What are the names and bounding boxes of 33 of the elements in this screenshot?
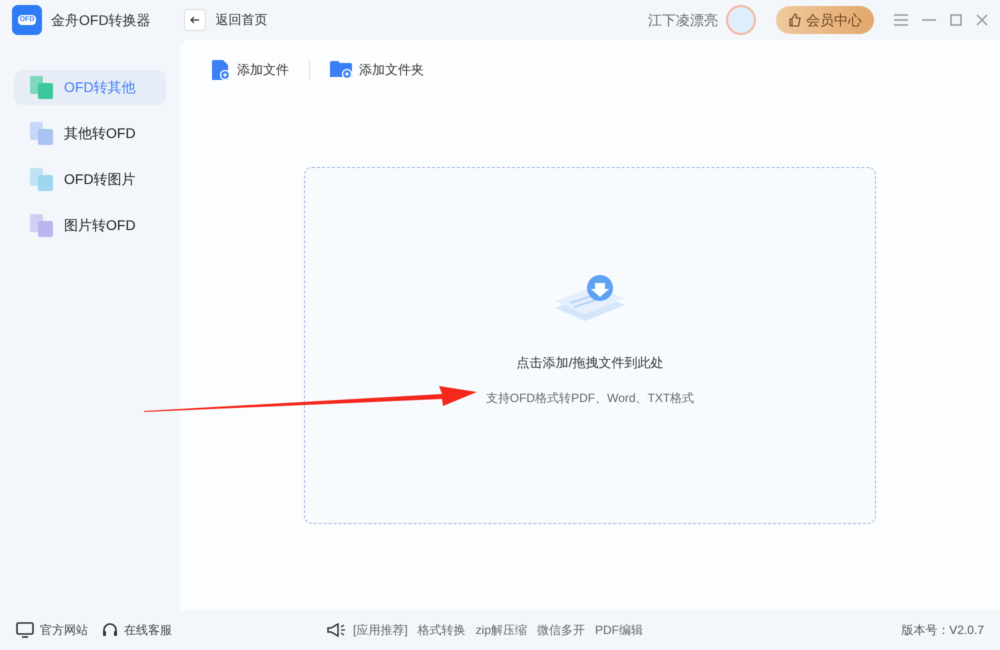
back-arrow-icon — [190, 15, 200, 25]
recommend-link[interactable]: 格式转换 — [418, 621, 466, 639]
add-file-button[interactable]: 添加文件 — [212, 60, 289, 80]
sidebar-item[interactable]: OFD转图片 — [14, 162, 166, 197]
close-icon[interactable] — [976, 14, 988, 26]
back-label[interactable]: 返回首页 — [216, 10, 268, 30]
app-title: 金舟OFD转换器 — [51, 10, 151, 30]
menu-icon[interactable] — [894, 14, 908, 26]
avatar[interactable] — [726, 5, 756, 35]
website-link[interactable]: 官方网站 — [16, 621, 88, 639]
vip-button[interactable]: 会员中心 — [776, 6, 874, 34]
minimize-icon[interactable] — [922, 19, 936, 21]
username: 江下凌漂亮 — [648, 10, 718, 30]
thumbs-up-icon — [788, 13, 802, 27]
add-folder-button[interactable]: 添加文件夹 — [330, 60, 424, 80]
file-add-icon — [212, 60, 230, 80]
sidebar-item[interactable]: 其他转OFD — [14, 116, 166, 151]
version-label: 版本号：V2.0.7 — [901, 622, 984, 639]
maximize-icon[interactable] — [950, 14, 962, 26]
back-button[interactable] — [184, 9, 206, 31]
sidebar-item[interactable]: 图片转OFD — [14, 208, 166, 243]
megaphone-icon — [327, 622, 347, 638]
drop-zone[interactable]: 点击添加/拖拽文件到此处 支持OFD格式转PDF、Word、TXT格式 — [304, 167, 876, 524]
drop-title: 点击添加/拖拽文件到此处 — [516, 354, 664, 372]
headset-icon — [102, 622, 118, 638]
recommend-link[interactable]: 微信多开 — [537, 621, 586, 639]
folder-add-icon — [330, 61, 352, 79]
monitor-icon — [16, 622, 34, 638]
recommend-link[interactable]: PDF编辑 — [595, 621, 644, 639]
support-link[interactable]: 在线客服 — [102, 621, 172, 639]
recommend-label: [应用推荐] — [353, 622, 408, 639]
drop-subtitle: 支持OFD格式转PDF、Word、TXT格式 — [486, 390, 694, 406]
recommend-link[interactable]: zip解压缩 — [476, 621, 528, 639]
